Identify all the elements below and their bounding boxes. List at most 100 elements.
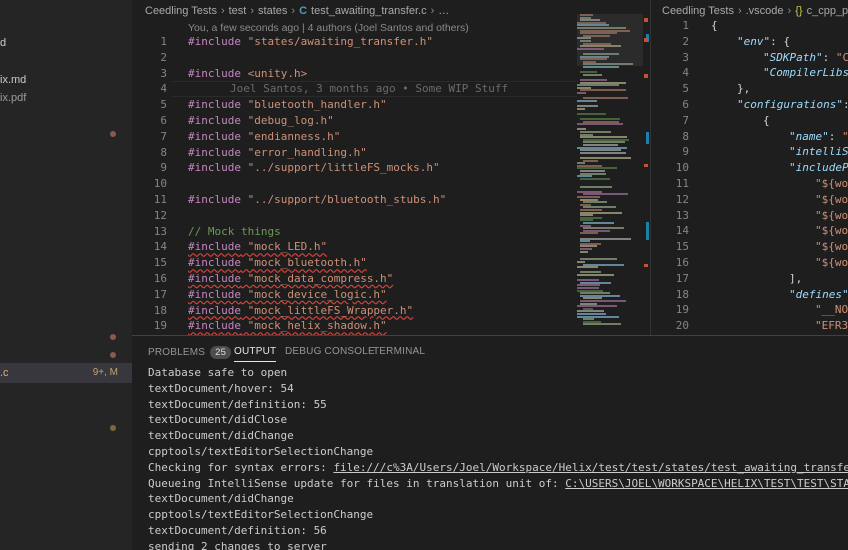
output-text: Database safe to open xyxy=(148,366,288,379)
breadcrumb-item[interactable]: .vscode xyxy=(746,5,784,17)
code-line[interactable]: 16 "${wor xyxy=(651,255,848,271)
output-line: cpptools/textEditorSelectionChange xyxy=(148,507,848,523)
minimap-line xyxy=(583,73,602,76)
code-line[interactable]: 7{ xyxy=(651,113,848,129)
line-number: 2 xyxy=(160,50,167,64)
code-line[interactable]: 17 #include "mock_device_logic.h" xyxy=(132,287,577,303)
explorer-item[interactable]: ix.pdf xyxy=(0,88,132,108)
code-line[interactable]: 9 #include "../support/littleFS_mocks.h" xyxy=(132,160,577,176)
code-line[interactable]: 3 #include <unity.h> xyxy=(132,66,577,82)
tab-problems[interactable]: PROBLEMS 25 xyxy=(148,346,232,359)
tab-label: TERMINAL xyxy=(373,346,426,357)
breadcrumb-item[interactable]: c_cpp_p xyxy=(807,5,848,17)
code-line[interactable]: 3 "SDKPath": "C: xyxy=(651,50,848,66)
minimap-line xyxy=(577,107,585,110)
explorer-item[interactable]: d xyxy=(0,33,132,53)
code-line[interactable]: 19 #include "mock_helix_shadow.h" xyxy=(132,318,577,334)
breadcrumb-item[interactable]: states xyxy=(258,5,287,17)
code-line[interactable]: 5}, xyxy=(651,81,848,97)
code-line[interactable]: 10 "includePa xyxy=(651,160,848,176)
explorer-item[interactable]: ix.md xyxy=(0,70,132,90)
code-line[interactable]: 8 #include "error_handling.h" xyxy=(132,145,577,161)
breadcrumb-item[interactable]: test xyxy=(229,5,247,17)
code-line[interactable]: 8 "name": "W xyxy=(651,129,848,145)
code-line[interactable]: 2 xyxy=(132,50,577,66)
tab-output[interactable]: OUTPUT xyxy=(234,346,277,362)
output-log[interactable]: Database safe to open textDocument/hover:… xyxy=(148,365,848,550)
json-key: "intelliSe xyxy=(789,145,848,159)
code-line[interactable]: 16 #include "mock_data_compress.h" xyxy=(132,271,577,287)
include-path: "mock_helix_shadow.h" xyxy=(240,319,387,333)
preprocessor-keyword: #include xyxy=(188,98,241,112)
minimap-line xyxy=(577,266,598,269)
code-line[interactable]: 4 Joel Santos, 3 months ago • Some WIP St… xyxy=(132,81,577,98)
editor-group-left[interactable]: Ceedling Tests › test › states › Ctest_awaitin… xyxy=(132,0,650,335)
code-line[interactable]: 12 "${wor xyxy=(651,192,848,208)
line-number: 12 xyxy=(153,208,167,222)
breadcrumb-item[interactable]: Ceedling Tests xyxy=(145,5,217,17)
output-text: textDocument/didClose xyxy=(148,413,288,427)
code-line[interactable]: 10 xyxy=(132,176,577,192)
breadcrumb-item[interactable]: Ceedling Tests xyxy=(662,5,734,17)
explorer-item-active[interactable]: .c 9+, M xyxy=(0,363,132,383)
code-line[interactable]: 6 #include "debug_log.h" xyxy=(132,113,577,129)
code-line[interactable]: 11 "${wor xyxy=(651,176,848,192)
tab-terminal[interactable]: TERMINAL xyxy=(373,346,425,357)
code-text: #include "mock_LED.h" xyxy=(188,239,327,255)
code-text: "intelliSe xyxy=(789,144,848,160)
problems-badge: 9+, M xyxy=(92,367,118,378)
code-line[interactable]: 1{ xyxy=(651,18,848,34)
code-line[interactable]: 11 #include "../support/bluetooth_stubs.h… xyxy=(132,192,577,208)
code-line[interactable]: 14 "${wor xyxy=(651,223,848,239)
include-path: "mock_data_compress.h" xyxy=(240,271,394,285)
include-path: "mock_device_logic.h" xyxy=(240,287,387,301)
code-line[interactable]: 17], xyxy=(651,271,848,287)
code-line[interactable]: 5 #include "bluetooth_handler.h" xyxy=(132,97,577,113)
output-line: Checking for syntax errors: file:///c%3A… xyxy=(148,460,848,476)
preprocessor-keyword: #include xyxy=(188,256,241,270)
code-line[interactable]: 13 "${wor xyxy=(651,208,848,224)
code-line[interactable]: 4 "CompilerLibs" xyxy=(651,65,848,81)
json-string: "${wor xyxy=(815,208,848,222)
code-line[interactable]: 1 #include "states/awaiting_transfer.h" xyxy=(132,34,577,50)
code-line[interactable]: 9 "intelliSe xyxy=(651,144,848,160)
minimap[interactable] xyxy=(577,14,643,332)
line-number: 10 xyxy=(153,177,167,191)
error-marker xyxy=(644,74,648,78)
breadcrumb-item[interactable]: … xyxy=(438,5,449,17)
minimap-viewport[interactable] xyxy=(577,14,643,66)
code-line[interactable]: 20 "EFR32 xyxy=(651,318,848,334)
code-line[interactable]: 13 // Mock things xyxy=(132,224,577,240)
code-line[interactable]: 19 "__NO_ xyxy=(651,302,848,318)
code-line[interactable]: 12 xyxy=(132,208,577,224)
tab-label: OUTPUT xyxy=(234,346,277,357)
code-line[interactable]: 15 "${wor xyxy=(651,239,848,255)
code-line[interactable]: 18 #include "mock_littleFS_Wrapper.h" xyxy=(132,303,577,319)
code-editor[interactable]: 1 #include "states/awaiting_transfer.h" 2 3… xyxy=(132,34,577,334)
output-link[interactable]: file:///c%3A/Users/Joel/Workspace/Helix/… xyxy=(333,461,848,474)
code-line[interactable]: 6 "configurations": xyxy=(651,97,848,113)
minimap-line xyxy=(580,232,598,235)
code-text: "${wor xyxy=(815,239,848,255)
codelens-authors[interactable]: You, a few seconds ago | 4 authors (Joel… xyxy=(188,22,469,34)
code-text: #include "mock_bluetooth.h" xyxy=(188,255,367,271)
code-line[interactable]: 7 #include "endianness.h" xyxy=(132,129,577,145)
json-key: "env" xyxy=(737,34,771,48)
tab-debug-console[interactable]: DEBUG CONSOLE xyxy=(285,346,375,357)
minimap-line xyxy=(580,258,617,261)
output-link[interactable]: C:\USERS\JOEL\WORKSPACE\HELIX\TEST\TEST\… xyxy=(565,477,848,490)
json-punctuation: { xyxy=(711,19,718,32)
code-line[interactable]: 2 "env": { xyxy=(651,34,848,50)
code-line[interactable]: 14 #include "mock_LED.h" xyxy=(132,239,577,255)
minimap-line xyxy=(580,250,588,253)
code-text: #include "mock_data_compress.h" xyxy=(188,271,393,287)
line-number: 2 xyxy=(682,34,689,48)
code-line[interactable]: 15 #include "mock_bluetooth.h" xyxy=(132,255,577,271)
breadcrumb-item[interactable]: test_awaiting_transfer.c xyxy=(311,5,427,17)
code-text: "env": { xyxy=(737,34,790,50)
code-editor[interactable]: 1{2 "env": {3"SDKPath": "C:4"CompilerLibs… xyxy=(651,18,848,334)
output-line: cpptools/textEditorSelectionChange xyxy=(148,444,848,460)
code-text: "${wor xyxy=(815,208,848,224)
editor-group-right[interactable]: Ceedling Tests › .vscode ›{} c_cpp_p 1{2 "env… xyxy=(650,0,848,335)
code-line[interactable]: 18 "defines": xyxy=(651,287,848,303)
